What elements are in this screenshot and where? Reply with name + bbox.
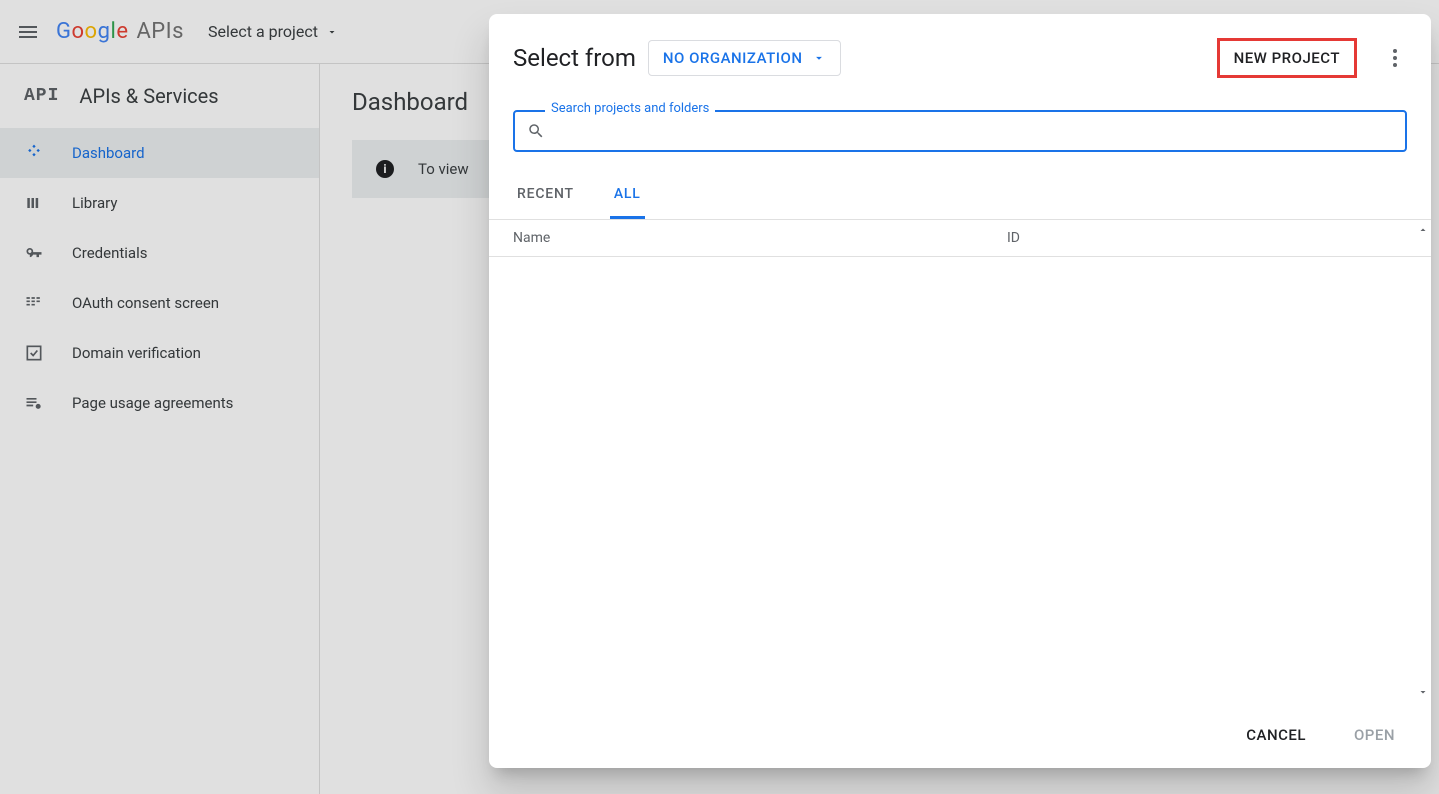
- column-id[interactable]: ID: [1007, 230, 1407, 246]
- new-project-label: NEW PROJECT: [1234, 49, 1340, 67]
- organization-dropdown-label: NO ORGANIZATION: [663, 49, 803, 67]
- modal-footer: CANCEL OPEN: [489, 702, 1431, 768]
- project-selector-modal: Select from NO ORGANIZATION NEW PROJECT …: [489, 14, 1431, 768]
- search-icon: [527, 122, 545, 140]
- search-label: Search projects and folders: [545, 101, 715, 116]
- dropdown-icon: [812, 51, 826, 65]
- organization-dropdown[interactable]: NO ORGANIZATION: [648, 40, 842, 76]
- search-box[interactable]: [513, 110, 1407, 152]
- more-options-icon[interactable]: [1383, 46, 1407, 70]
- search-field-wrapper: Search projects and folders: [513, 110, 1407, 152]
- search-input[interactable]: [553, 122, 1393, 140]
- tab-all[interactable]: ALL: [610, 172, 645, 219]
- tabs: RECENT ALL: [489, 172, 1431, 220]
- tab-recent[interactable]: RECENT: [513, 172, 578, 219]
- cancel-button-label: CANCEL: [1246, 726, 1306, 744]
- tab-label: ALL: [614, 186, 641, 202]
- projects-table: Name ID: [489, 220, 1431, 702]
- tab-label: RECENT: [517, 186, 574, 202]
- open-button[interactable]: OPEN: [1342, 718, 1407, 752]
- scrollbar-down-icon[interactable]: [1417, 686, 1429, 698]
- table-header: Name ID: [489, 220, 1431, 257]
- modal-title: Select from: [513, 44, 636, 72]
- new-project-button[interactable]: NEW PROJECT: [1217, 38, 1357, 78]
- cancel-button[interactable]: CANCEL: [1234, 718, 1318, 752]
- scrollbar-up-icon[interactable]: [1417, 224, 1429, 236]
- column-name[interactable]: Name: [513, 230, 1007, 246]
- modal-header: Select from NO ORGANIZATION NEW PROJECT: [489, 14, 1431, 94]
- open-button-label: OPEN: [1354, 726, 1395, 744]
